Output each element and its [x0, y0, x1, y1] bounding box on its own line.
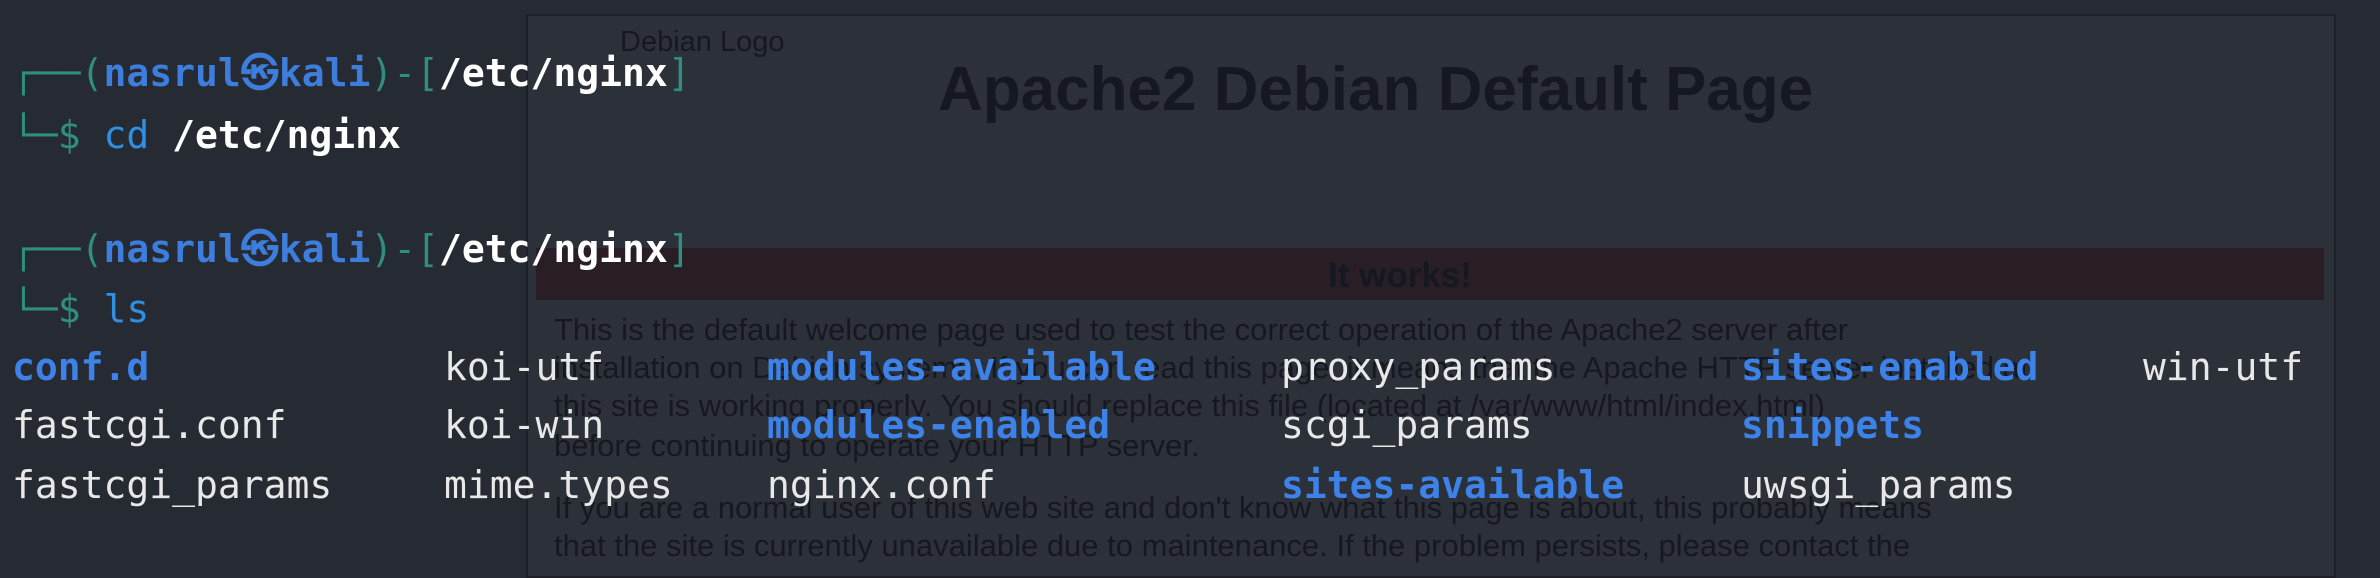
paragraph-line: this site is working properly. You shoul…: [554, 388, 1825, 423]
ls-entry: scgi_params: [1281, 403, 1533, 447]
ls-entry: conf.d: [12, 345, 150, 389]
ls-entry: koi-utf: [444, 345, 605, 389]
paragraph-line: This is the default welcome page used to…: [554, 312, 1849, 347]
ls-entry: modules-available: [767, 345, 1156, 389]
command-line-1: └─$ cd /etc/nginx: [12, 112, 401, 158]
command-line-2: └─$ ls: [12, 286, 149, 332]
ls-entry: fastcgi_params: [12, 463, 333, 507]
command-name: ls: [103, 287, 150, 331]
ls-entry: snippets: [1741, 403, 1925, 447]
page-title: Apache2 Debian Default Page: [938, 55, 1814, 124]
prompt-header-2: ┌──(nasrul㉿kali)-[/etc/nginx]: [12, 226, 691, 272]
ls-entry: win-utf: [2143, 345, 2304, 389]
ls-entry: uwsgi_params: [1741, 463, 2016, 507]
prompt-host: kali: [278, 227, 371, 271]
command-argument: /etc/nginx: [149, 113, 401, 157]
prompt-path: /etc/nginx: [438, 51, 668, 95]
prompt-frame: )-[: [370, 51, 439, 95]
prompt-frame: ┌──(: [12, 227, 104, 271]
ls-entry: proxy_params: [1281, 345, 1556, 389]
at-symbol-icon: ㉿: [240, 227, 279, 271]
prompt-user: nasrul: [103, 227, 241, 271]
prompt-arrow: └─$: [12, 287, 104, 331]
ls-entry: koi-win: [444, 403, 605, 447]
prompt-path: /etc/nginx: [438, 227, 668, 271]
it-works-text: It works!: [1328, 256, 1472, 295]
ls-entry: sites-available: [1281, 463, 1625, 507]
ls-entry: modules-enabled: [767, 403, 1111, 447]
prompt-frame: ]: [667, 51, 691, 95]
prompt-user: nasrul: [103, 51, 241, 95]
prompt-host: kali: [278, 51, 371, 95]
paragraph-line: that the site is currently unavailable d…: [554, 528, 1911, 563]
ls-entry: nginx.conf: [767, 463, 996, 507]
ls-entry: fastcgi.conf: [12, 403, 287, 447]
paragraph-line: If you are a normal user of this web sit…: [554, 490, 1932, 525]
prompt-frame: ]: [667, 227, 691, 271]
prompt-frame: )-[: [370, 227, 439, 271]
command-name: cd: [103, 113, 150, 157]
ls-entry: sites-enabled: [1741, 345, 2039, 389]
prompt-arrow: └─$: [12, 113, 104, 157]
at-symbol-icon: ㉿: [240, 51, 279, 95]
prompt-header-1: ┌──(nasrul㉿kali)-[/etc/nginx]: [12, 50, 691, 96]
prompt-frame: ┌──(: [12, 51, 104, 95]
ls-entry: mime.types: [444, 463, 673, 507]
